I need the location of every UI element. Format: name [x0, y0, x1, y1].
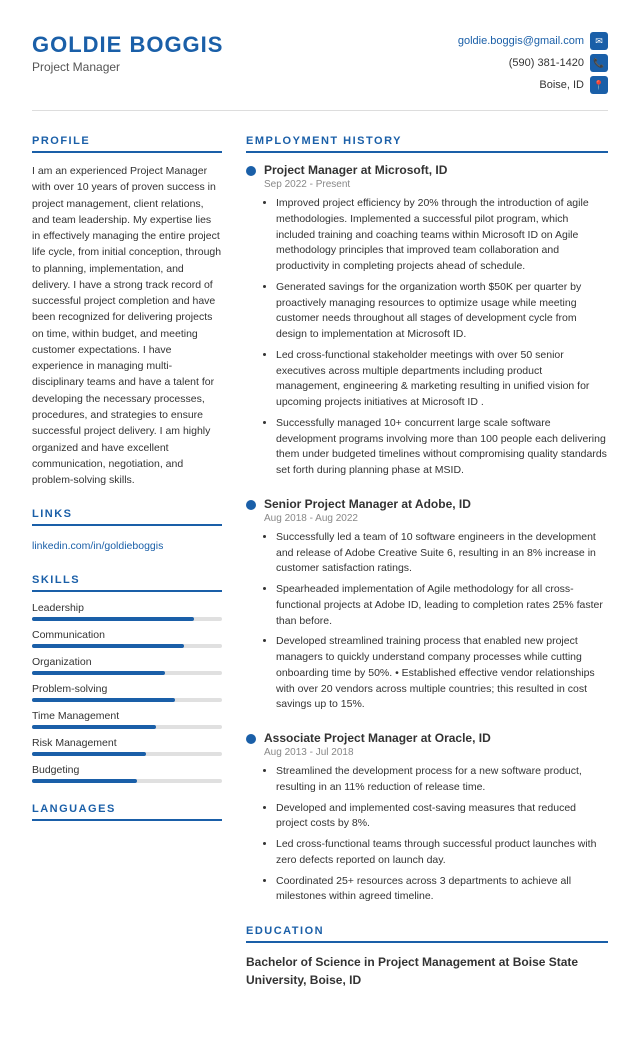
location-contact: Boise, ID 📍	[539, 76, 608, 94]
job-title: Project Manager	[32, 60, 223, 74]
header-right: goldie.boggis@gmail.com ✉ (590) 381-1420…	[458, 32, 608, 94]
education-degree: Bachelor of Science in Project Managemen…	[246, 953, 608, 989]
location-icon: 📍	[590, 76, 608, 94]
job-item: Associate Project Manager at Oracle, ID …	[246, 731, 608, 905]
skill-bar-fill	[32, 725, 156, 729]
skill-bar-fill	[32, 671, 165, 675]
bullet-item: Successfully led a team of 10 software e…	[276, 530, 608, 577]
skill-bar-fill	[32, 698, 175, 702]
email-icon: ✉	[590, 32, 608, 50]
job-dot	[246, 734, 256, 744]
linkedin-link[interactable]: linkedin.com/in/goldieboggis	[32, 540, 163, 552]
job-title-text: Project Manager at Microsoft, ID	[264, 163, 447, 177]
bullet-item: Led cross-functional stakeholder meeting…	[276, 348, 608, 411]
skill-bar-bg	[32, 725, 222, 729]
skills-section-title: SKILLS	[32, 574, 222, 592]
job-date: Aug 2013 - Jul 2018	[264, 747, 608, 758]
skill-name: Budgeting	[32, 764, 222, 776]
skill-bar-bg	[32, 617, 222, 621]
skill-item: Organization	[32, 656, 222, 675]
skill-name: Risk Management	[32, 737, 222, 749]
skill-bar-bg	[32, 779, 222, 783]
bullet-item: Spearheaded implementation of Agile meth…	[276, 582, 608, 629]
skill-name: Time Management	[32, 710, 222, 722]
job-date: Aug 2018 - Aug 2022	[264, 513, 608, 524]
skill-bar-fill	[32, 779, 137, 783]
skills-list: Leadership Communication Organization Pr…	[32, 602, 222, 783]
job-header: Project Manager at Microsoft, ID	[246, 163, 608, 177]
skill-name: Communication	[32, 629, 222, 641]
skill-bar-bg	[32, 698, 222, 702]
skill-bar-fill	[32, 617, 194, 621]
languages-section: LANGUAGES	[32, 803, 222, 821]
body: PROFILE I am an experienced Project Mana…	[32, 135, 608, 1009]
header: GOLDIE BOGGIS Project Manager goldie.bog…	[32, 32, 608, 111]
skill-item: Problem-solving	[32, 683, 222, 702]
left-column: PROFILE I am an experienced Project Mana…	[32, 135, 222, 1009]
skill-bar-bg	[32, 671, 222, 675]
employment-section: EMPLOYMENT HISTORY Project Manager at Mi…	[246, 135, 608, 905]
email-contact: goldie.boggis@gmail.com ✉	[458, 32, 608, 50]
bullet-item: Generated savings for the organization w…	[276, 280, 608, 343]
location-text: Boise, ID	[539, 79, 584, 91]
skill-item: Budgeting	[32, 764, 222, 783]
job-item: Senior Project Manager at Adobe, ID Aug …	[246, 497, 608, 713]
job-bullets: Improved project efficiency by 20% throu…	[264, 196, 608, 479]
right-column: EMPLOYMENT HISTORY Project Manager at Mi…	[246, 135, 608, 1009]
bullet-item: Streamlined the development process for …	[276, 764, 608, 796]
skill-name: Leadership	[32, 602, 222, 614]
bullet-item: Improved project efficiency by 20% throu…	[276, 196, 608, 275]
jobs-list: Project Manager at Microsoft, ID Sep 202…	[246, 163, 608, 905]
job-header: Associate Project Manager at Oracle, ID	[246, 731, 608, 745]
email-link[interactable]: goldie.boggis@gmail.com	[458, 35, 584, 47]
skill-bar-fill	[32, 752, 146, 756]
phone-icon: 📞	[590, 54, 608, 72]
languages-section-title: LANGUAGES	[32, 803, 222, 821]
phone-contact: (590) 381-1420 📞	[509, 54, 608, 72]
bullet-item: Successfully managed 10+ concurrent larg…	[276, 416, 608, 479]
full-name: GOLDIE BOGGIS	[32, 32, 223, 58]
job-item: Project Manager at Microsoft, ID Sep 202…	[246, 163, 608, 479]
job-dot	[246, 500, 256, 510]
job-title-text: Senior Project Manager at Adobe, ID	[264, 497, 471, 511]
skill-bar-fill	[32, 644, 184, 648]
skill-name: Organization	[32, 656, 222, 668]
skill-item: Risk Management	[32, 737, 222, 756]
profile-section: PROFILE I am an experienced Project Mana…	[32, 135, 222, 488]
education-section: EDUCATION Bachelor of Science in Project…	[246, 925, 608, 989]
header-left: GOLDIE BOGGIS Project Manager	[32, 32, 223, 74]
skill-bar-bg	[32, 752, 222, 756]
profile-text: I am an experienced Project Manager with…	[32, 163, 222, 488]
job-bullets: Successfully led a team of 10 software e…	[264, 530, 608, 713]
bullet-item: Developed and implemented cost-saving me…	[276, 801, 608, 833]
skill-item: Communication	[32, 629, 222, 648]
education-section-title: EDUCATION	[246, 925, 608, 943]
skill-bar-bg	[32, 644, 222, 648]
links-section-title: LINKS	[32, 508, 222, 526]
skills-section: SKILLS Leadership Communication Organiza…	[32, 574, 222, 783]
resume-page: GOLDIE BOGGIS Project Manager goldie.bog…	[0, 0, 640, 1041]
profile-section-title: PROFILE	[32, 135, 222, 153]
phone-text: (590) 381-1420	[509, 57, 584, 69]
bullet-item: Coordinated 25+ resources across 3 depar…	[276, 874, 608, 906]
bullet-item: Led cross-functional teams through succe…	[276, 837, 608, 869]
skill-item: Time Management	[32, 710, 222, 729]
job-title-text: Associate Project Manager at Oracle, ID	[264, 731, 491, 745]
job-bullets: Streamlined the development process for …	[264, 764, 608, 905]
job-dot	[246, 166, 256, 176]
skill-name: Problem-solving	[32, 683, 222, 695]
employment-section-title: EMPLOYMENT HISTORY	[246, 135, 608, 153]
job-header: Senior Project Manager at Adobe, ID	[246, 497, 608, 511]
bullet-item: Developed streamlined training process t…	[276, 634, 608, 713]
skill-item: Leadership	[32, 602, 222, 621]
job-date: Sep 2022 - Present	[264, 179, 608, 190]
links-section: LINKS linkedin.com/in/goldieboggis	[32, 508, 222, 554]
